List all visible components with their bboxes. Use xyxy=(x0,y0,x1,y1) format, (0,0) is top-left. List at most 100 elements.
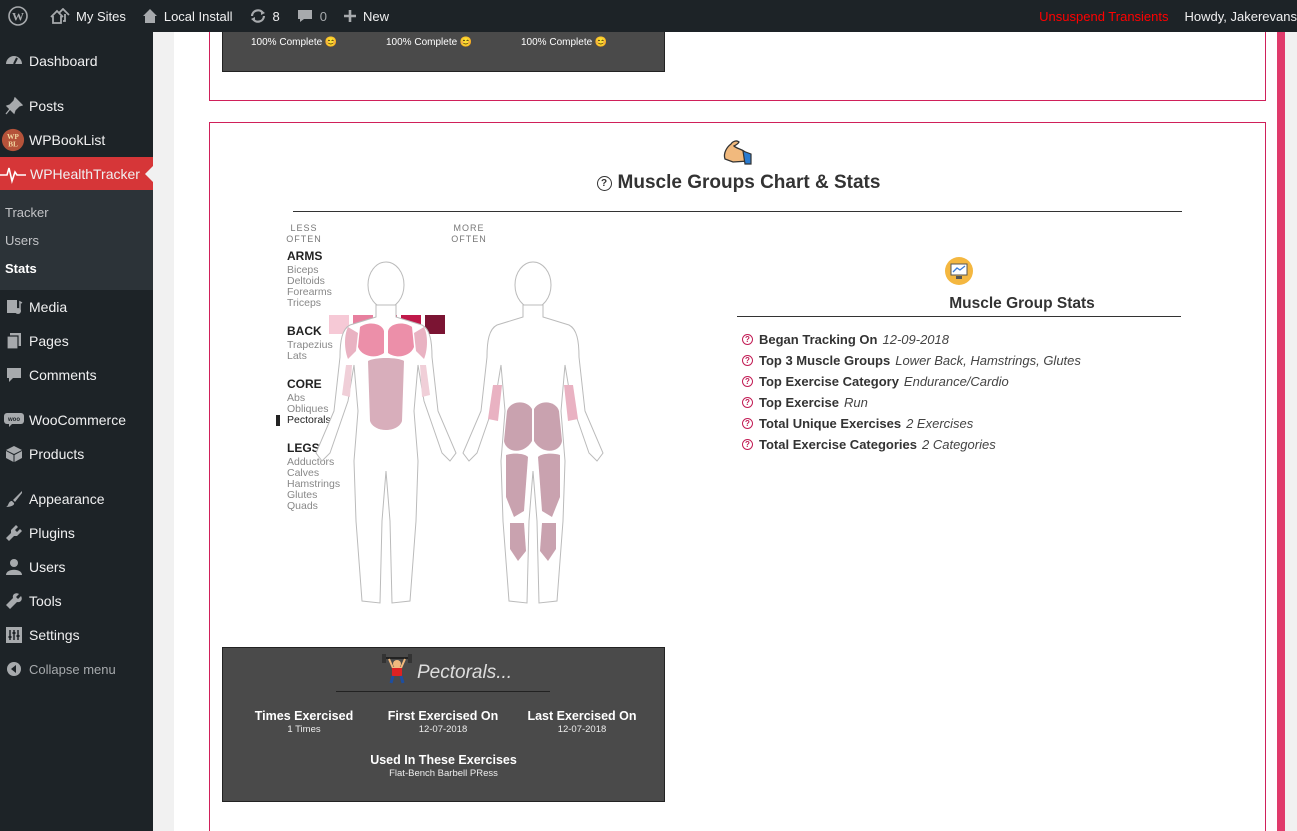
pectoral-right xyxy=(388,323,414,357)
unsuspend-transients-link[interactable]: Unsuspend Transients xyxy=(1031,0,1176,32)
first-exercised-label: First Exercised On xyxy=(387,709,499,723)
glute-left xyxy=(504,402,532,451)
menu-label: Media xyxy=(29,299,68,315)
completion-text: 100% Complete 😊 xyxy=(386,37,473,48)
dashboard-icon xyxy=(3,51,25,71)
menu-label: Appearance xyxy=(29,491,105,507)
menu-settings[interactable]: Settings xyxy=(0,618,153,652)
menu-products[interactable]: Products xyxy=(0,437,153,471)
back-body xyxy=(462,261,604,604)
menu-label: Products xyxy=(29,446,85,462)
user-greeting-menu[interactable]: Howdy, Jakerevans xyxy=(1177,0,1297,32)
pin-icon xyxy=(3,96,25,116)
muscle-groups-title-row: ? Muscle Groups Chart & Stats xyxy=(210,172,1267,194)
main-content: 100% Complete 😊 100% Complete 😊 100% Com… xyxy=(153,22,1297,831)
svg-text:W: W xyxy=(12,10,24,24)
times-exercised-value: 1 Times xyxy=(287,724,321,735)
comments-menu[interactable]: 0 xyxy=(288,0,335,32)
wphealthtracker-submenu: Tracker Users Stats xyxy=(0,190,153,290)
menu-woocommerce[interactable]: woo WooCommerce xyxy=(0,403,153,437)
menu-media[interactable]: Media xyxy=(0,290,153,324)
pectoral-left xyxy=(358,323,384,357)
muscle-detail-box: Pectorals... Times Exercised 1 Times Fir… xyxy=(222,647,665,802)
menu-dashboard[interactable]: Dashboard xyxy=(0,44,153,78)
menu-label: Users xyxy=(29,559,66,575)
stat-top-exercise-category: ? Top Exercise Category Endurance/Cardio xyxy=(742,374,1009,389)
collapse-arrow-icon xyxy=(3,659,25,679)
muscle-link-lats[interactable]: Lats xyxy=(287,351,307,362)
new-content-menu[interactable]: New xyxy=(335,0,397,32)
selected-indicator xyxy=(276,415,280,426)
help-icon[interactable]: ? xyxy=(596,176,612,191)
menu-label: Plugins xyxy=(29,525,75,541)
detail-divider xyxy=(336,691,550,692)
submenu-tracker[interactable]: Tracker xyxy=(5,205,49,220)
pages-icon xyxy=(3,331,25,351)
menu-appearance[interactable]: Appearance xyxy=(0,482,153,516)
collapse-menu-label: Collapse menu xyxy=(29,661,116,677)
weightlifter-icon xyxy=(382,654,412,684)
menu-label: Dashboard xyxy=(29,53,98,69)
flexed-bicep-icon xyxy=(723,140,752,165)
help-icon[interactable]: ? xyxy=(742,439,753,450)
site-name-menu[interactable]: Local Install xyxy=(134,0,241,32)
help-icon[interactable]: ? xyxy=(742,334,753,345)
help-icon[interactable]: ? xyxy=(742,376,753,387)
stat-total-unique-exercises: ? Total Unique Exercises 2 Exercises xyxy=(742,416,973,431)
menu-label: Pages xyxy=(29,333,69,349)
menu-posts[interactable]: Posts xyxy=(0,89,153,123)
wordpress-logo-icon[interactable]: W xyxy=(0,0,42,32)
stats-title: Muscle Group Stats xyxy=(949,295,1095,312)
menu-wphealthtracker[interactable]: WPHealthTracker xyxy=(0,157,153,191)
admin-sidebar: Dashboard Posts WP BL WPBookList WPHealth… xyxy=(0,32,153,831)
plus-icon xyxy=(343,10,356,22)
submenu-stats[interactable]: Stats xyxy=(5,261,37,276)
my-sites-label: My Sites xyxy=(76,8,126,24)
stat-top-muscle-groups: ? Top 3 Muscle Groups Lower Back, Hamstrin… xyxy=(742,353,1081,368)
last-exercised-label: Last Exercised On xyxy=(527,709,637,723)
updates-icon xyxy=(250,9,265,23)
menu-comments[interactable]: Comments xyxy=(0,358,153,392)
last-exercised-value: 12-07-2018 xyxy=(557,724,607,735)
help-icon[interactable]: ? xyxy=(742,355,753,366)
completion-text: 100% Complete 😊 xyxy=(521,37,608,48)
menu-label: WPHealthTracker xyxy=(30,166,140,182)
my-sites-menu[interactable]: My Sites xyxy=(42,0,134,32)
site-name-label: Local Install xyxy=(163,8,233,24)
svg-text:BL: BL xyxy=(8,139,18,148)
svg-text:woo: woo xyxy=(7,417,20,423)
completion-text: 100% Complete 😊 xyxy=(251,37,338,48)
heartbeat-icon xyxy=(0,164,26,184)
comment-icon xyxy=(3,365,25,385)
user-icon xyxy=(3,557,25,577)
used-in-exercises-value: Flat-Bench Barbell PRess xyxy=(389,768,498,779)
first-exercised-value: 12-07-2018 xyxy=(418,724,468,735)
menu-label: Tools xyxy=(29,593,62,609)
wrench-icon xyxy=(3,591,25,611)
submenu-users[interactable]: Users xyxy=(5,233,39,248)
stat-total-exercise-categories: ? Total Exercise Categories 2 Categories xyxy=(742,437,996,452)
menu-label: Comments xyxy=(29,367,97,383)
help-icon[interactable]: ? xyxy=(742,418,753,429)
plug-icon xyxy=(3,523,25,543)
comment-bubble-icon xyxy=(297,10,312,22)
stat-began-tracking: ? Began Tracking On 12-09-2018 xyxy=(742,332,949,347)
stats-divider xyxy=(737,316,1181,317)
help-icon[interactable]: ? xyxy=(742,397,753,408)
home-icon xyxy=(142,9,157,23)
menu-label: WPBookList xyxy=(29,132,106,148)
menu-tools[interactable]: Tools xyxy=(0,584,153,618)
updates-menu[interactable]: 8 xyxy=(241,0,288,32)
menu-users[interactable]: Users xyxy=(0,550,153,584)
brush-icon xyxy=(3,489,25,509)
menu-wpbooklist[interactable]: WP BL WPBookList xyxy=(0,123,153,157)
menu-plugins[interactable]: Plugins xyxy=(0,516,153,550)
collapse-menu-button[interactable]: Collapse menu xyxy=(0,652,153,686)
times-exercised-label: Times Exercised xyxy=(254,709,354,723)
muscle-body-diagram[interactable] xyxy=(310,261,610,613)
accent-stripe xyxy=(1277,32,1285,831)
comments-count: 0 xyxy=(319,8,327,24)
stat-top-exercise: ? Top Exercise Run xyxy=(742,395,868,410)
admin-bar: W My Sites Local Install 8 0 New Unsuspe… xyxy=(0,0,1297,32)
menu-pages[interactable]: Pages xyxy=(0,324,153,358)
